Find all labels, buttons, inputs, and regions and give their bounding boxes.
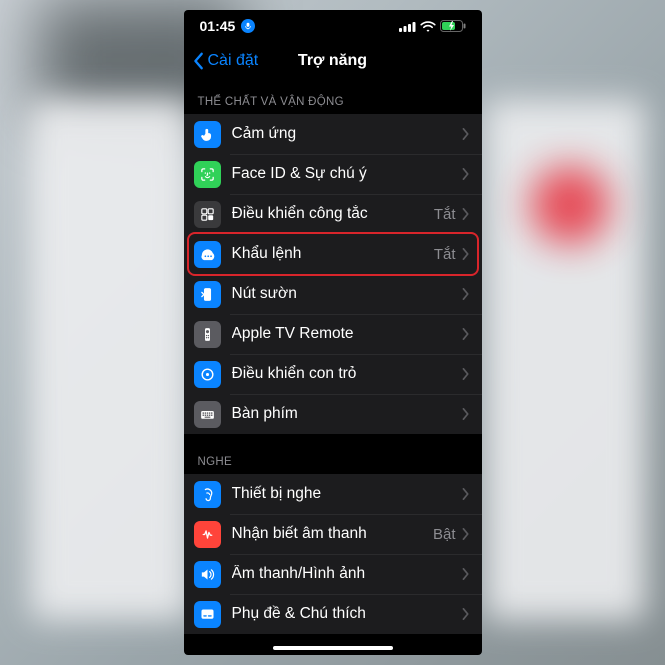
status-time: 01:45 (200, 18, 236, 34)
row-label: Nút sườn (232, 285, 462, 303)
pointer-icon (194, 361, 221, 388)
nav-bar: Cài đặt Trợ năng (184, 42, 482, 80)
row-label: Điều khiển con trỏ (232, 365, 462, 383)
subtitles-icon (194, 601, 221, 628)
row-faceid[interactable]: Face ID & Sự chú ý (184, 154, 482, 194)
chevron-right-icon (462, 528, 470, 540)
section-header-general: CÀI ĐẶT CHUNG (184, 634, 482, 655)
ear-icon (194, 481, 221, 508)
keyboard-icon (194, 401, 221, 428)
group-physical: Cảm ứng Face ID & Sự chú ý Điều khiển cô… (184, 114, 482, 434)
status-bar: 01:45 (184, 10, 482, 42)
row-audio-visual[interactable]: Âm thanh/Hình ảnh (184, 554, 482, 594)
chevron-right-icon (462, 568, 470, 580)
chevron-right-icon (462, 328, 470, 340)
row-label: Cảm ứng (232, 125, 462, 143)
voice-control-icon (194, 241, 221, 268)
wifi-icon (420, 21, 436, 32)
row-label: Phụ đề & Chú thích (232, 605, 462, 623)
appletv-remote-icon (194, 321, 221, 348)
section-header-physical: THỂ CHẤT VÀ VẬN ĐỘNG (184, 80, 482, 114)
back-label: Cài đặt (208, 52, 259, 70)
row-label: Bàn phím (232, 405, 462, 423)
row-voice-control[interactable]: Khẩu lệnh Tắt (184, 234, 482, 274)
row-keyboards[interactable]: Bàn phím (184, 394, 482, 434)
touch-icon (194, 121, 221, 148)
row-status: Tắt (434, 206, 456, 223)
section-header-hearing: NGHE (184, 434, 482, 474)
chevron-right-icon (462, 248, 470, 260)
cellular-icon (399, 21, 416, 32)
back-button[interactable]: Cài đặt (192, 52, 259, 70)
chevron-right-icon (462, 368, 470, 380)
row-label: Thiết bị nghe (232, 485, 462, 503)
switch-control-icon (194, 201, 221, 228)
chevron-right-icon (462, 168, 470, 180)
row-status: Tắt (434, 246, 456, 263)
row-label: Nhận biết âm thanh (232, 525, 433, 543)
side-button-icon (194, 281, 221, 308)
row-label: Khẩu lệnh (232, 245, 434, 263)
row-label: Điều khiển công tắc (232, 205, 434, 223)
row-label: Face ID & Sự chú ý (232, 165, 462, 183)
row-apple-tv-remote[interactable]: Apple TV Remote (184, 314, 482, 354)
phone-frame: 01:45 Cài đặt Trợ năng THỂ CHẤT VÀ VẬN Đ… (184, 10, 482, 655)
faceid-icon (194, 161, 221, 188)
row-status: Bật (433, 526, 456, 543)
row-label: Apple TV Remote (232, 325, 462, 343)
row-touch[interactable]: Cảm ứng (184, 114, 482, 154)
row-switch-control[interactable]: Điều khiển công tắc Tắt (184, 194, 482, 234)
home-indicator[interactable] (273, 646, 393, 651)
row-side-button[interactable]: Nút sườn (184, 274, 482, 314)
settings-scroll[interactable]: THỂ CHẤT VÀ VẬN ĐỘNG Cảm ứng Face ID & S… (184, 80, 482, 655)
chevron-right-icon (462, 128, 470, 140)
chevron-left-icon (192, 52, 206, 70)
status-left: 01:45 (200, 18, 256, 34)
mic-indicator-icon (241, 19, 255, 33)
chevron-right-icon (462, 208, 470, 220)
sound-recognition-icon (194, 521, 221, 548)
chevron-right-icon (462, 288, 470, 300)
status-right (399, 20, 466, 32)
row-label: Âm thanh/Hình ảnh (232, 565, 462, 583)
row-sound-recognition[interactable]: Nhận biết âm thanh Bật (184, 514, 482, 554)
row-hearing-devices[interactable]: Thiết bị nghe (184, 474, 482, 514)
battery-charging-icon (440, 20, 466, 32)
chevron-right-icon (462, 608, 470, 620)
audio-visual-icon (194, 561, 221, 588)
row-pointer-control[interactable]: Điều khiển con trỏ (184, 354, 482, 394)
row-subtitles[interactable]: Phụ đề & Chú thích (184, 594, 482, 634)
group-hearing: Thiết bị nghe Nhận biết âm thanh Bật Âm … (184, 474, 482, 634)
chevron-right-icon (462, 488, 470, 500)
chevron-right-icon (462, 408, 470, 420)
